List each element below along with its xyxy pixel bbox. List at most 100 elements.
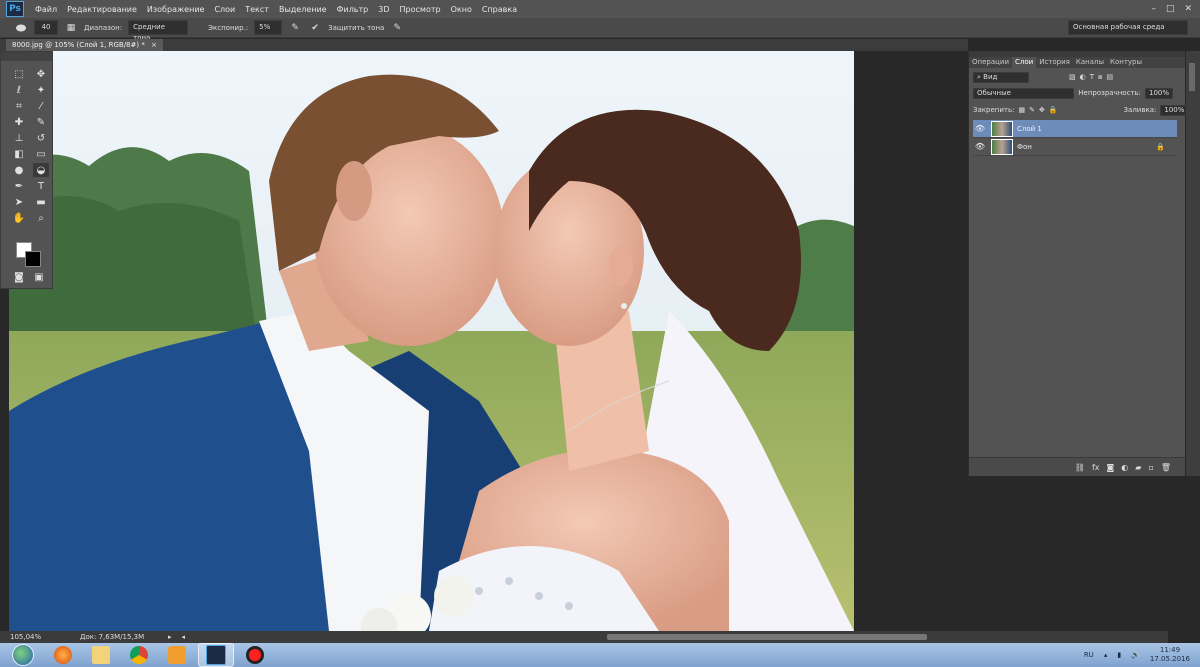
dodge-tool-icon[interactable] xyxy=(14,21,28,34)
blend-mode-select[interactable]: Обычные xyxy=(973,87,1075,99)
link-icon[interactable]: ⛓ xyxy=(1075,463,1085,472)
tab-paths[interactable]: Контуры xyxy=(1107,57,1145,68)
close-tab-icon[interactable]: × xyxy=(151,41,157,49)
taskbar-recorder[interactable] xyxy=(238,644,272,666)
type-tool-icon[interactable]: T xyxy=(33,179,49,193)
blur-tool-icon[interactable]: ● xyxy=(11,163,27,177)
adjustment-icon[interactable]: ◐ xyxy=(1121,463,1128,472)
menu-edit[interactable]: Редактирование xyxy=(62,5,142,14)
shape-filter-icon[interactable]: ⧈ xyxy=(1098,73,1102,82)
network-icon[interactable]: ▮ xyxy=(1117,651,1121,659)
taskbar-firefox[interactable] xyxy=(46,644,80,666)
visibility-eye-icon[interactable]: 👁 xyxy=(973,124,987,133)
kind-filter-select[interactable]: ⌕ Вид xyxy=(973,71,1029,83)
document-tab[interactable]: 8000.jpg @ 105% (Слой 1, RGB/8#) * × xyxy=(6,39,163,51)
trash-icon[interactable]: 🗑 xyxy=(1161,463,1171,472)
language-indicator[interactable]: RU xyxy=(1084,651,1094,659)
menu-help[interactable]: Справка xyxy=(477,5,522,14)
magic-wand-icon[interactable]: ✦ xyxy=(33,83,49,97)
history-brush-icon[interactable]: ↺ xyxy=(33,131,49,145)
brush-tool-icon[interactable]: ✎ xyxy=(33,115,49,129)
lasso-tool-icon[interactable]: ℓ xyxy=(11,83,27,97)
hand-tool-icon[interactable]: ✋ xyxy=(11,211,27,225)
crop-tool-icon[interactable]: ⌗ xyxy=(11,99,27,113)
taskbar-chrome[interactable] xyxy=(122,644,156,666)
gradient-tool-icon[interactable]: ▭ xyxy=(33,147,49,161)
fx-icon[interactable]: fx xyxy=(1092,463,1100,472)
stamp-tool-icon[interactable]: ⊥ xyxy=(11,131,27,145)
close-button[interactable]: ✕ xyxy=(1184,4,1192,14)
menu-select[interactable]: Выделение xyxy=(274,5,332,14)
maximize-button[interactable]: □ xyxy=(1166,4,1175,14)
minimize-button[interactable]: – xyxy=(1151,4,1156,14)
quick-mask-icon[interactable]: ◙ xyxy=(11,270,27,284)
scrollbar-thumb[interactable] xyxy=(1189,63,1195,91)
document-canvas[interactable] xyxy=(9,51,854,631)
zoom-level[interactable]: 105,04% xyxy=(0,633,80,641)
exposure-input[interactable]: 5% xyxy=(254,20,283,35)
lock-pixels-icon[interactable]: ▦ xyxy=(1018,106,1025,114)
adjustment-filter-icon[interactable]: ◐ xyxy=(1080,73,1086,81)
taskbar-media[interactable] xyxy=(160,644,194,666)
menu-window[interactable]: Окно xyxy=(446,5,477,14)
pixel-filter-icon[interactable]: ▨ xyxy=(1069,73,1076,81)
pen-tool-icon[interactable]: ✒ xyxy=(11,179,27,193)
new-layer-icon[interactable]: ▫ xyxy=(1148,463,1153,472)
menu-layers[interactable]: Слои xyxy=(209,5,240,14)
tray-expand-icon[interactable]: ▴ xyxy=(1104,651,1108,659)
tools-panel-header[interactable] xyxy=(1,52,52,61)
pressure-icon[interactable]: ✎ xyxy=(390,21,404,34)
menu-3d[interactable]: 3D xyxy=(373,5,394,14)
mask-icon[interactable]: ◙ xyxy=(1107,463,1115,472)
tab-history[interactable]: История xyxy=(1036,57,1073,68)
lock-brush-icon[interactable]: ✎ xyxy=(1029,106,1035,114)
scroll-left-icon[interactable]: ◂ xyxy=(182,633,186,641)
document-size: Док: 7,63M/15,3M xyxy=(80,633,145,641)
screen-mode-icon[interactable]: ▣ xyxy=(31,270,47,284)
lock-all-icon[interactable]: 🔒 xyxy=(1049,106,1058,114)
volume-icon[interactable]: 🔊 xyxy=(1131,651,1140,659)
layer-row[interactable]: 👁 Слой 1 xyxy=(973,120,1177,138)
fill-input[interactable]: 100% xyxy=(1160,104,1189,116)
eyedropper-icon[interactable]: ⁄ xyxy=(33,99,49,113)
layer-row[interactable]: 👁 Фон 🔒 xyxy=(973,138,1177,156)
start-button[interactable] xyxy=(12,644,34,666)
brush-size-picker[interactable]: 40 xyxy=(34,20,58,35)
move-tool-icon[interactable]: ✥ xyxy=(33,67,49,81)
healing-brush-icon[interactable]: ✚ xyxy=(11,115,27,129)
marquee-tool-icon[interactable]: ⬚ xyxy=(11,67,27,81)
menu-image[interactable]: Изображение xyxy=(142,5,210,14)
brush-panel-icon[interactable]: ▦ xyxy=(64,21,78,34)
menu-filter[interactable]: Фильтр xyxy=(332,5,374,14)
lock-position-icon[interactable]: ✥ xyxy=(1039,106,1045,114)
horizontal-scrollbar[interactable] xyxy=(607,634,927,640)
panel-scrollbar[interactable] xyxy=(1186,51,1200,476)
type-filter-icon[interactable]: T xyxy=(1090,73,1094,81)
tab-actions[interactable]: Операции xyxy=(969,57,1012,68)
menu-file[interactable]: Файл xyxy=(30,5,62,14)
workspace-select[interactable]: Основная рабочая среда xyxy=(1068,20,1188,35)
zoom-tool-icon[interactable]: ⌕ xyxy=(33,211,49,225)
eraser-tool-icon[interactable]: ◧ xyxy=(11,147,27,161)
visibility-eye-icon[interactable]: 👁 xyxy=(973,142,987,151)
folder-icon[interactable]: ▰ xyxy=(1135,463,1141,472)
taskbar-explorer[interactable] xyxy=(84,644,118,666)
smart-filter-icon[interactable]: ▤ xyxy=(1106,73,1113,81)
airbrush-icon[interactable]: ✎ xyxy=(288,21,302,34)
tab-layers[interactable]: Слои xyxy=(1012,57,1037,68)
path-select-icon[interactable]: ➤ xyxy=(11,195,27,209)
clock[interactable]: 11:49 17.05.2016 xyxy=(1150,646,1190,664)
shape-tool-icon[interactable]: ▬ xyxy=(33,195,49,209)
checkbox-checked-icon[interactable]: ✔ xyxy=(308,21,322,34)
status-menu-icon[interactable]: ▸ xyxy=(168,633,172,641)
tab-channels[interactable]: Каналы xyxy=(1073,57,1107,68)
layers-panel: Операции Слои История Каналы Контуры ⌕ В… xyxy=(968,51,1189,476)
range-select[interactable]: Средние тона xyxy=(128,20,189,42)
taskbar-photoshop[interactable] xyxy=(198,643,234,667)
background-color-swatch[interactable] xyxy=(25,251,41,267)
menu-view[interactable]: Просмотр xyxy=(395,5,446,14)
menu-bar: Ps Файл Редактирование Изображение Слои … xyxy=(0,0,1200,18)
dodge-tool-selected-icon[interactable]: ◒ xyxy=(33,163,49,177)
menu-text[interactable]: Текст xyxy=(240,5,274,14)
opacity-input[interactable]: 100% xyxy=(1144,87,1173,99)
